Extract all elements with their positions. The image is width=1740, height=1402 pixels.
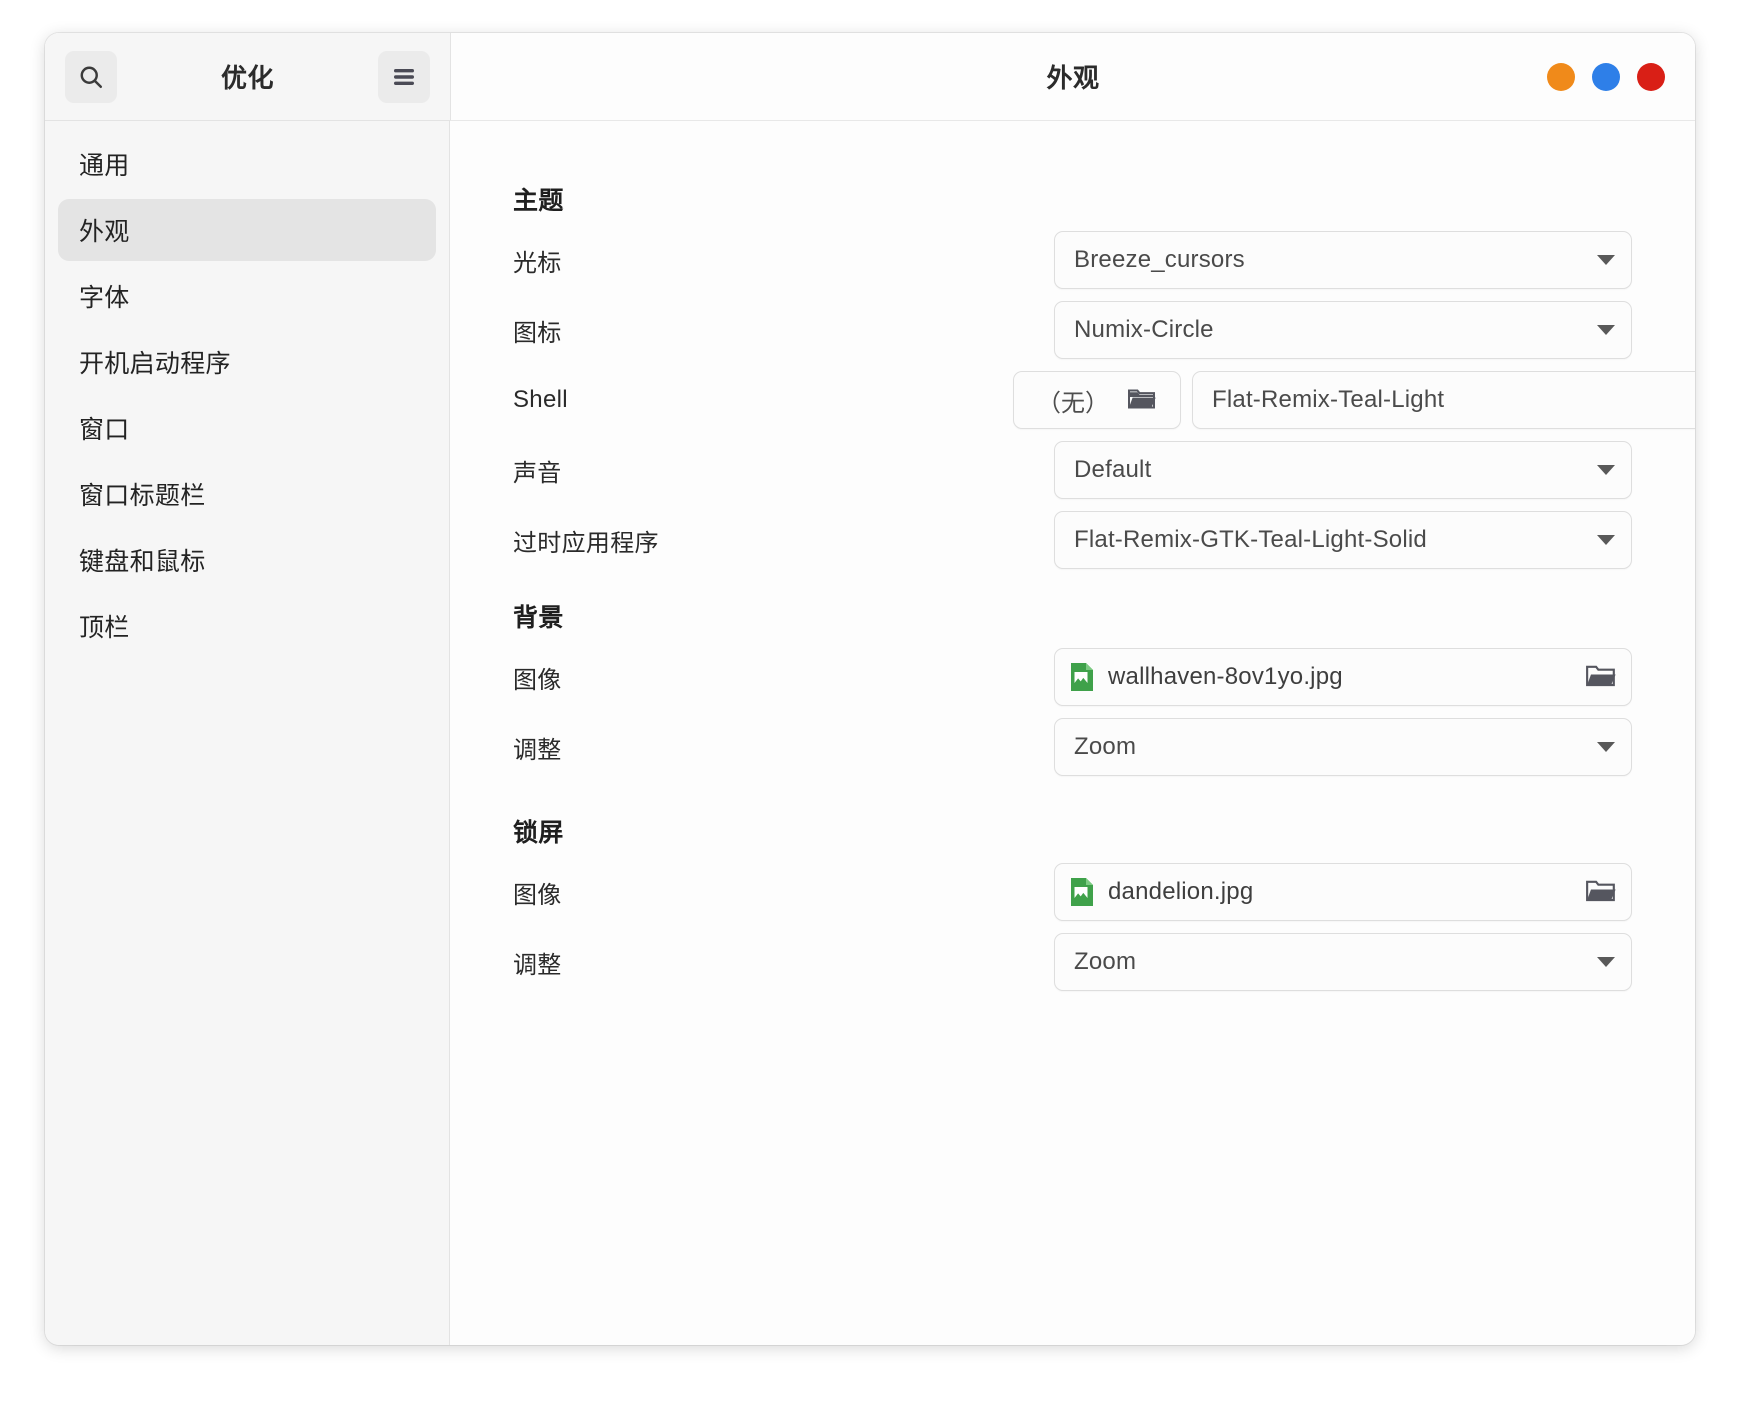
setting-label: 图像	[513, 660, 1013, 695]
setting-controls: Flat-Remix-GTK-Teal-Light-Solid	[1013, 511, 1632, 569]
maximize-button[interactable]	[1592, 63, 1620, 91]
sidebar-item-general[interactable]: 通用	[58, 133, 436, 195]
hamburger-menu-icon	[391, 66, 417, 88]
setting-label: 调整	[513, 730, 1013, 765]
content-header: 外观	[450, 33, 1695, 121]
sidebar: 通用 外观 字体 开机启动程序 窗口 窗口标题栏 键盘和鼠标 顶栏	[45, 121, 450, 1345]
setting-row-sound: 声音 Default	[513, 436, 1632, 504]
chevron-down-icon	[1597, 957, 1615, 967]
shell-theme-install-button[interactable]: （无）	[1013, 371, 1181, 429]
sidebar-item-top-bar[interactable]: 顶栏	[58, 595, 436, 657]
search-icon	[77, 63, 105, 91]
dropdown-value: Zoom	[1074, 948, 1589, 976]
setting-label: 过时应用程序	[513, 523, 1013, 558]
file-name-label: dandelion.jpg	[1108, 878, 1572, 906]
setting-controls: wallhaven-8ov1yo.jpg	[1013, 648, 1632, 706]
legacy-theme-dropdown[interactable]: Flat-Remix-GTK-Teal-Light-Solid	[1054, 511, 1632, 569]
sidebar-item-label: 外观	[79, 212, 130, 248]
setting-label: 光标	[513, 243, 1013, 278]
dropdown-value: Zoom	[1074, 733, 1589, 761]
sidebar-item-label: 顶栏	[79, 608, 130, 644]
close-button[interactable]	[1637, 63, 1665, 91]
setting-row-lockscreen-adjustment: 调整 Zoom	[513, 928, 1632, 996]
icon-theme-dropdown[interactable]: Numix-Circle	[1054, 301, 1632, 359]
sound-theme-dropdown[interactable]: Default	[1054, 441, 1632, 499]
section-heading-lock-screen: 锁屏	[513, 813, 1632, 849]
setting-controls: （无） Flat-Remix-Teal-Light	[1013, 371, 1695, 429]
sidebar-item-label: 开机启动程序	[79, 344, 231, 380]
cursor-theme-dropdown[interactable]: Breeze_cursors	[1054, 231, 1632, 289]
page-title: 外观	[1046, 58, 1099, 95]
chevron-down-icon	[1597, 535, 1615, 545]
header-bar: 优化 外观	[45, 33, 1695, 121]
main-menu-button[interactable]	[378, 51, 430, 103]
chevron-down-icon	[1597, 255, 1615, 265]
setting-controls: Zoom	[1013, 933, 1632, 991]
lockscreen-image-chooser[interactable]: dandelion.jpg	[1054, 863, 1632, 921]
setting-label: Shell	[513, 386, 1013, 414]
app-title: 优化	[221, 58, 274, 95]
sidebar-item-keyboard-and-mouse[interactable]: 键盘和鼠标	[58, 529, 436, 591]
settings-content: 主题 光标 Breeze_cursors 图标 Numix-Circle	[450, 121, 1695, 1345]
window-body: 通用 外观 字体 开机启动程序 窗口 窗口标题栏 键盘和鼠标 顶栏	[45, 121, 1695, 1345]
folder-open-icon	[1127, 387, 1157, 413]
sidebar-item-window-titlebars[interactable]: 窗口标题栏	[58, 463, 436, 525]
shell-theme-dropdown[interactable]: Flat-Remix-Teal-Light	[1192, 371, 1695, 429]
sidebar-header: 优化	[45, 33, 450, 121]
setting-controls: Default	[1013, 441, 1632, 499]
setting-controls: Numix-Circle	[1013, 301, 1632, 359]
folder-open-icon	[1585, 878, 1617, 906]
sidebar-item-label: 窗口	[79, 410, 130, 446]
dropdown-value: Numix-Circle	[1074, 316, 1589, 344]
sidebar-item-label: 字体	[79, 278, 130, 314]
shell-none-label: （无）	[1037, 383, 1109, 418]
sidebar-item-label: 键盘和鼠标	[79, 542, 206, 578]
section-heading-theme: 主题	[513, 181, 1632, 217]
search-button[interactable]	[65, 51, 117, 103]
background-adjustment-dropdown[interactable]: Zoom	[1054, 718, 1632, 776]
setting-row-shell: Shell （无） Flat-Remix-Teal-L	[513, 366, 1632, 434]
sidebar-item-startup-applications[interactable]: 开机启动程序	[58, 331, 436, 393]
sidebar-item-windows[interactable]: 窗口	[58, 397, 436, 459]
setting-label: 图标	[513, 313, 1013, 348]
folder-open-icon	[1585, 663, 1617, 691]
sidebar-item-label: 窗口标题栏	[79, 476, 206, 512]
setting-row-lockscreen-image: 图像 dandelion.jpg	[513, 858, 1632, 926]
sidebar-item-label: 通用	[79, 146, 130, 182]
background-image-chooser[interactable]: wallhaven-8ov1yo.jpg	[1054, 648, 1632, 706]
setting-label: 声音	[513, 453, 1013, 488]
setting-label: 图像	[513, 875, 1013, 910]
image-file-icon	[1069, 877, 1095, 907]
setting-controls: Zoom	[1013, 718, 1632, 776]
chevron-down-icon	[1597, 742, 1615, 752]
chevron-down-icon	[1597, 325, 1615, 335]
sidebar-item-fonts[interactable]: 字体	[58, 265, 436, 327]
setting-controls: dandelion.jpg	[1013, 863, 1632, 921]
setting-row-cursor: 光标 Breeze_cursors	[513, 226, 1632, 294]
dropdown-value: Flat-Remix-Teal-Light	[1212, 386, 1695, 414]
dropdown-value: Flat-Remix-GTK-Teal-Light-Solid	[1074, 526, 1589, 554]
image-file-icon	[1069, 662, 1095, 692]
window-controls	[1547, 63, 1665, 91]
chevron-down-icon	[1597, 465, 1615, 475]
minimize-button[interactable]	[1547, 63, 1575, 91]
setting-row-background-image: 图像 wallhaven-8ov1yo.jpg	[513, 643, 1632, 711]
dropdown-value: Breeze_cursors	[1074, 246, 1589, 274]
tweaks-window: 优化 外观	[45, 33, 1695, 1345]
lockscreen-adjustment-dropdown[interactable]: Zoom	[1054, 933, 1632, 991]
setting-label: 调整	[513, 945, 1013, 980]
sidebar-item-appearance[interactable]: 外观	[58, 199, 436, 261]
setting-row-background-adjustment: 调整 Zoom	[513, 713, 1632, 781]
setting-row-legacy-applications: 过时应用程序 Flat-Remix-GTK-Teal-Light-Solid	[513, 506, 1632, 574]
setting-controls: Breeze_cursors	[1013, 231, 1632, 289]
file-name-label: wallhaven-8ov1yo.jpg	[1108, 663, 1572, 691]
dropdown-value: Default	[1074, 456, 1589, 484]
setting-row-icons: 图标 Numix-Circle	[513, 296, 1632, 364]
section-heading-background: 背景	[513, 598, 1632, 634]
